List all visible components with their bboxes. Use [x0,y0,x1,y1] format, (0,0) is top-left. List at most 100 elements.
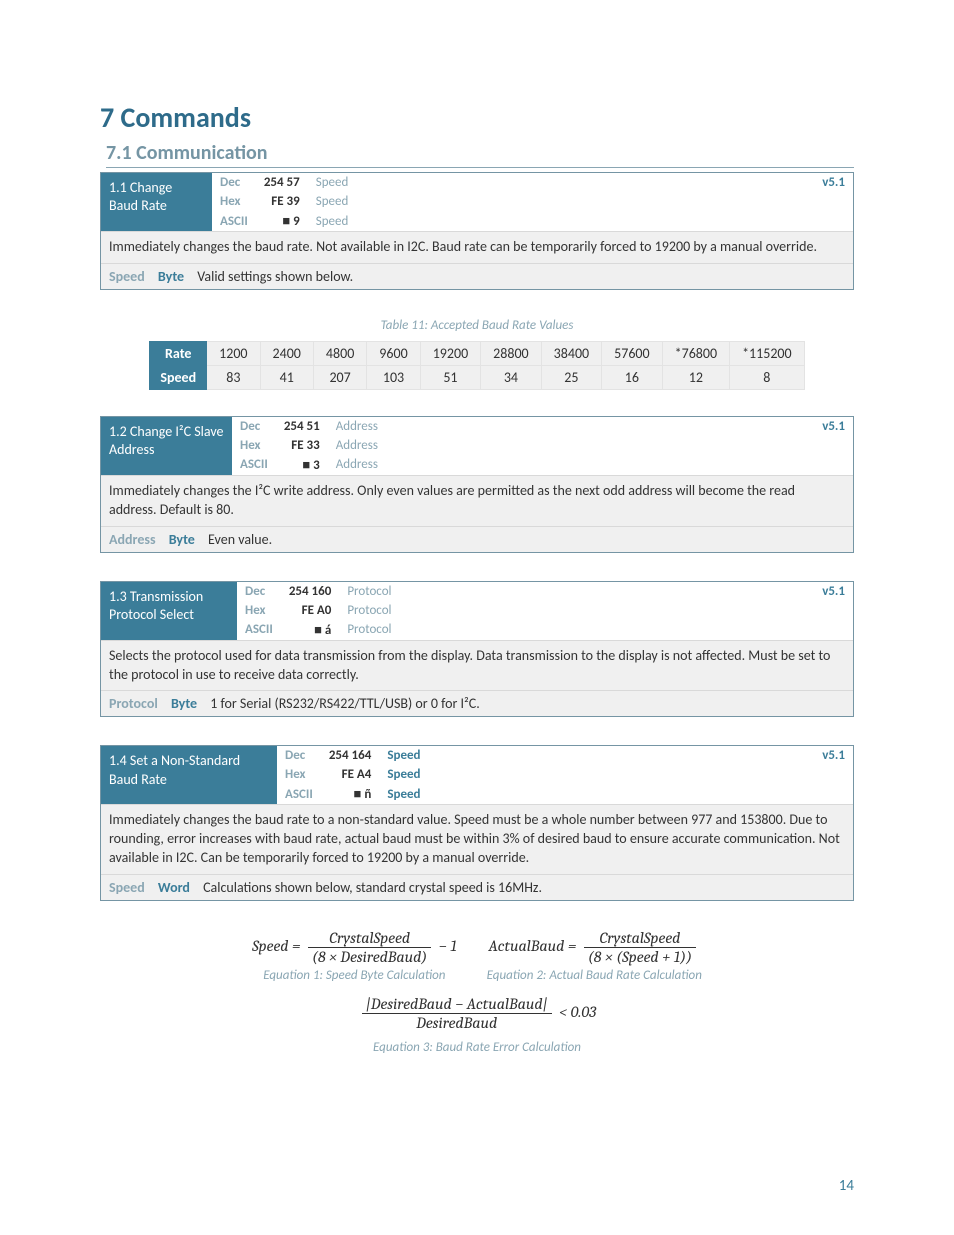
equation-1: Speed = CrystalSpeed(8 × DesiredBaud) − … [252,929,457,966]
command-description: Immediately changes the baud rate to a n… [101,804,853,874]
version-label: v5.1 [429,746,853,765]
equation-3: |DesiredBaud − ActualBaud|DesiredBaud < … [100,995,854,1032]
subsection-heading: 7.1 Communication [106,141,854,168]
hex-arg: Speed [379,765,428,784]
dec-code: 254 160 [281,582,339,601]
dec-arg: Protocol [339,582,399,601]
equation-2: ActualBaud = CrystalSpeed(8 × (Speed + 1… [487,929,702,966]
version-label: v5.1 [386,417,853,436]
speed-cell: 207 [313,365,366,389]
param-desc: Valid settings shown below. [197,268,353,285]
param-name: Protocol [109,695,158,712]
speed-cell: 51 [420,365,480,389]
hex-arg: Address [328,436,386,455]
command-block-1-2: 1.2 Change I²C Slave Address Dec254 51Ad… [100,416,854,553]
command-description: Selects the protocol used for data trans… [101,640,853,691]
param-type: Word [158,879,190,896]
table-caption: Table 11: Accepted Baud Rate Values [100,318,854,333]
rate-cell: 9600 [367,341,420,365]
version-label: v5.1 [356,173,853,192]
command-description: Immediately changes the I²C write addres… [101,475,853,526]
command-param: Address Byte Even value. [101,526,853,552]
param-type: Byte [171,695,197,712]
command-name: 1.2 Change I²C Slave Address [101,417,232,475]
ascii-code: ■ ñ [321,784,379,804]
page-number: 14 [839,1177,854,1195]
fmt-ascii-label: ASCII [237,620,281,640]
speed-cell: 16 [602,365,662,389]
fmt-dec-label: Dec [277,746,321,765]
command-block-1-1: 1.1 Change Baud Rate Dec 254 57 Speed v5… [100,172,854,290]
hex-code: FE A0 [281,601,339,620]
equation-1-caption: Equation 1: Speed Byte Calculation [252,968,457,983]
param-type: Byte [169,531,195,548]
param-name: Address [109,531,156,548]
command-name: 1.1 Change Baud Rate [101,173,212,231]
fmt-dec-label: Dec [232,417,276,436]
speed-cell: 34 [481,365,541,389]
rate-cell: 4800 [313,341,366,365]
dec-code: 254 57 [256,173,308,192]
fmt-dec-label: Dec [212,173,256,192]
fmt-hex-label: Hex [237,601,281,620]
dec-arg: Speed [308,173,357,192]
dec-code: 254 51 [276,417,328,436]
speed-cell: 25 [541,365,601,389]
hex-code: FE A4 [321,765,379,784]
fmt-ascii-label: ASCII [277,784,321,804]
command-name: 1.3 Transmission Protocol Select [101,582,237,640]
speed-cell: 103 [367,365,420,389]
command-block-1-3: 1.3 Transmission Protocol Select Dec254 … [100,581,854,718]
speed-header: Speed [150,365,207,389]
ascii-arg: Speed [308,211,357,231]
speed-cell: 83 [207,365,260,389]
version-label: v5.1 [400,582,853,601]
rate-cell: 2400 [260,341,313,365]
ascii-arg: Address [328,455,386,475]
speed-cell: 8 [730,365,805,389]
hex-code: FE 33 [276,436,328,455]
rate-header: Rate [150,341,207,365]
rate-cell: 19200 [420,341,480,365]
ascii-arg: Speed [379,784,428,804]
baud-rate-table: Rate 1200 2400 4800 9600 19200 28800 384… [149,341,804,390]
ascii-code: ■ 9 [256,211,308,231]
speed-cell: 41 [260,365,313,389]
rate-cell: *115200 [730,341,805,365]
command-param: Speed Word Calculations shown below, sta… [101,874,853,900]
equations-row: Speed = CrystalSpeed(8 × DesiredBaud) − … [100,929,854,991]
command-description: Immediately changes the baud rate. Not a… [101,231,853,263]
ascii-arg: Protocol [339,620,399,640]
dec-code: 254 164 [321,746,379,765]
param-name: Speed [109,268,145,285]
equation-3-caption: Equation 3: Baud Rate Error Calculation [100,1040,854,1055]
command-name: 1.4 Set a Non-Standard Baud Rate [101,746,277,804]
fmt-dec-label: Dec [237,582,281,601]
hex-arg: Protocol [339,601,399,620]
rate-cell: 38400 [541,341,601,365]
command-param: Speed Byte Valid settings shown below. [101,263,853,289]
dec-arg: Speed [379,746,428,765]
param-type: Byte [158,268,184,285]
param-desc: 1 for Serial (RS232/RS422/TTL/USB) or 0 … [210,695,479,712]
section-heading: 7 Commands [100,100,854,135]
rate-cell: 1200 [207,341,260,365]
dec-arg: Address [328,417,386,436]
fmt-ascii-label: ASCII [232,455,276,475]
fmt-hex-label: Hex [277,765,321,784]
command-param: Protocol Byte 1 for Serial (RS232/RS422/… [101,690,853,716]
command-block-1-4: 1.4 Set a Non-Standard Baud Rate Dec254 … [100,745,854,901]
ascii-code: ■ á [281,620,339,640]
hex-arg: Speed [308,192,357,211]
speed-cell: 12 [662,365,729,389]
equation-2-caption: Equation 2: Actual Baud Rate Calculation [487,968,702,983]
ascii-code: ■ 3 [276,455,328,475]
rate-cell: 28800 [481,341,541,365]
fmt-hex-label: Hex [232,436,276,455]
page: 7 Commands 7.1 Communication 1.1 Change … [0,0,954,1235]
param-desc: Even value. [208,531,272,548]
rate-cell: 57600 [602,341,662,365]
param-name: Speed [109,879,145,896]
hex-code: FE 39 [256,192,308,211]
rate-cell: *76800 [662,341,729,365]
